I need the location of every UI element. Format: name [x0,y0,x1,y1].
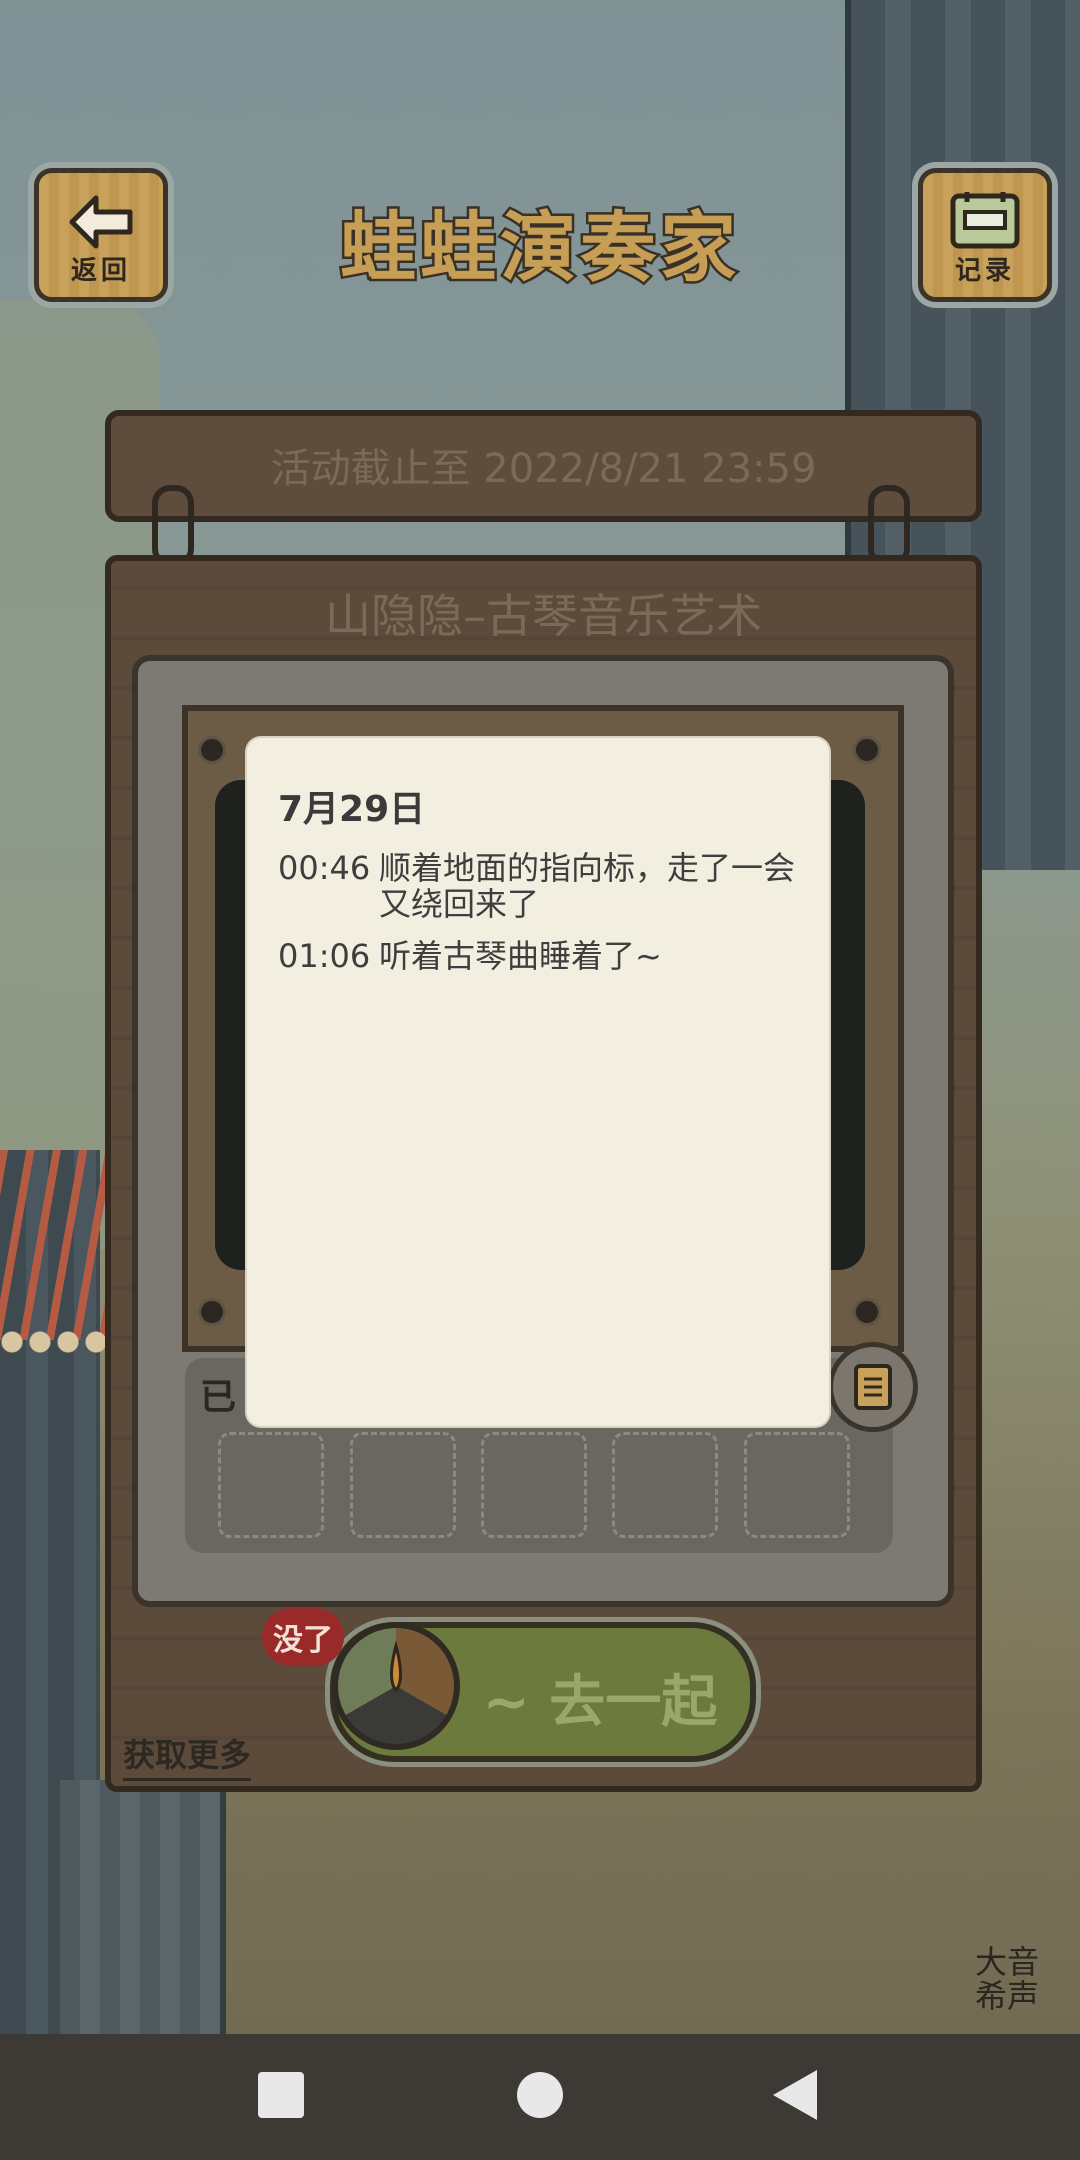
log-entry: 00:46 顺着地面的指向标，走了一会又绕回来了 [278,850,808,930]
log-date: 7月29日 [278,789,426,830]
log-entry-text: 顺着地面的指向标，走了一会又绕回来了 [379,849,796,923]
item-slot[interactable] [350,1432,456,1538]
note-icon [854,1364,892,1410]
arrow-left-icon [69,195,133,249]
log-entry: 01:06 听着古琴曲睡着了~ [278,938,808,978]
watermark-logo: 大音希声 [975,1943,1040,2015]
frame-bolt [198,736,226,764]
frame-bolt [198,1298,226,1326]
event-title: 山隐隐–古琴音乐艺术 [325,589,762,643]
log-entry-time: 01:06 [278,937,371,975]
back-button-label: 返回 [70,256,131,286]
slots-label: 已 [200,1377,237,1418]
record-button[interactable]: 记录 [918,168,1052,302]
item-slot[interactable] [218,1432,324,1538]
item-slot[interactable] [612,1432,718,1538]
recents-square-icon[interactable] [258,2072,304,2118]
log-dialog[interactable] [247,738,829,1426]
home-circle-icon[interactable] [517,2072,563,2118]
wheel-icon [332,1622,460,1750]
go-together-label: ~ 去一起 [482,1670,718,1735]
frame-bolt [853,736,881,764]
deadline-text: 活动截止至 2022/8/21 23:59 [270,446,817,492]
empty-badge: 没了 [262,1608,344,1666]
background-tassels [0,1150,105,1340]
record-button-label: 记录 [954,256,1015,286]
calendar-icon [950,192,1020,249]
background-beads [0,1330,105,1354]
log-entry-time: 00:46 [278,849,371,887]
get-more-link[interactable]: 获取更多 [123,1730,252,1781]
item-slot[interactable] [744,1432,850,1538]
frame-bolt [853,1298,881,1326]
log-entry-text: 听着古琴曲睡着了~ [379,937,662,975]
back-triangle-icon[interactable] [773,2070,817,2120]
notes-button[interactable] [828,1342,918,1432]
item-slot[interactable] [481,1432,587,1538]
back-button[interactable]: 返回 [34,168,168,302]
page-title: 蛙蛙演奏家 [338,201,740,295]
